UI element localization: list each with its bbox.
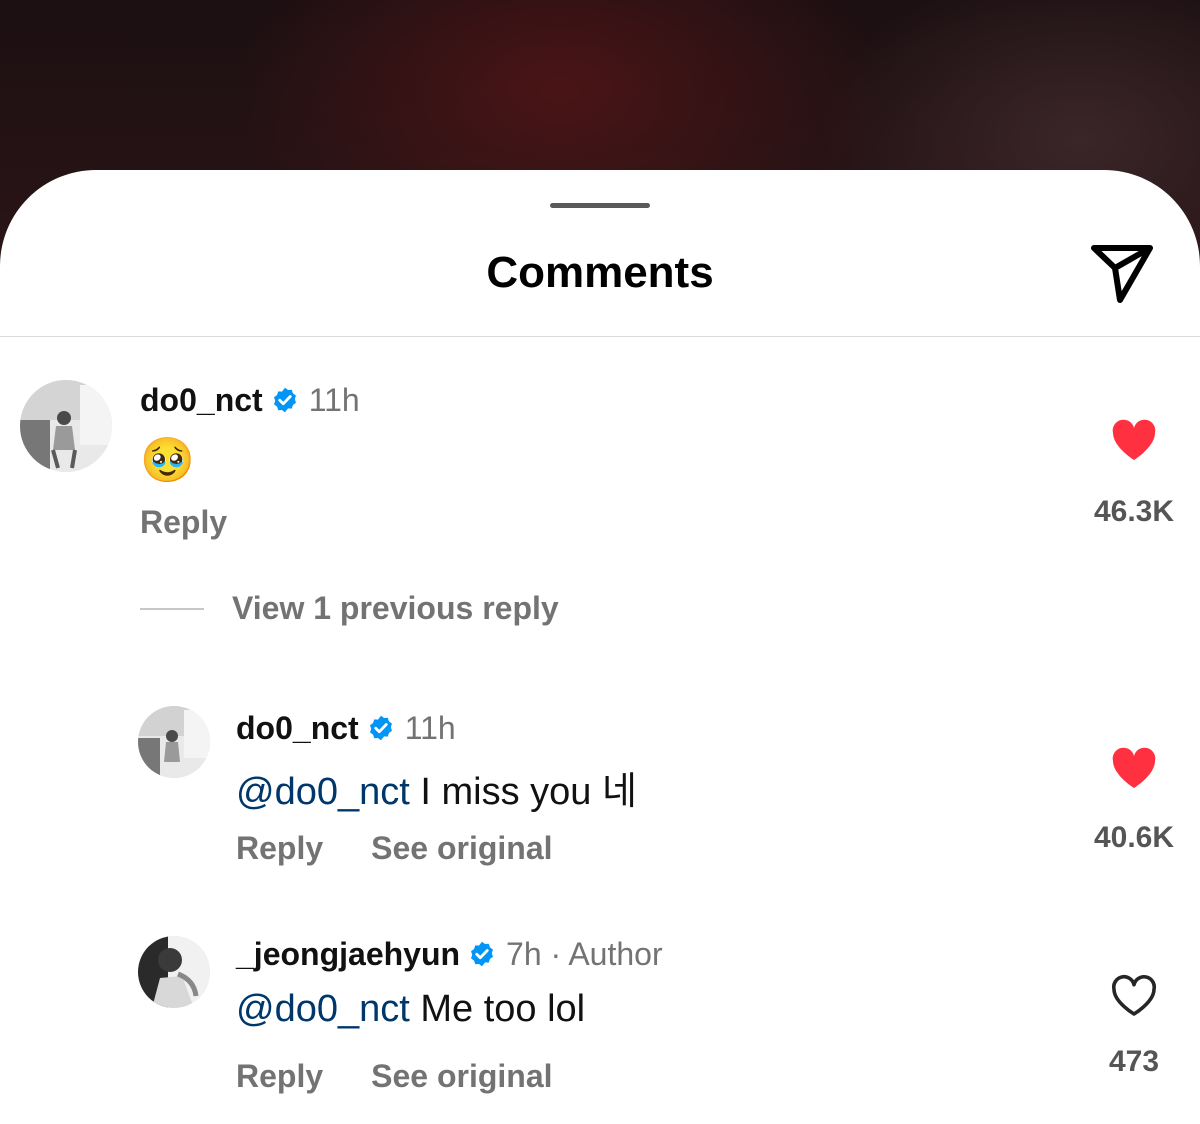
reply-message: I miss you 네: [409, 771, 637, 813]
heart-icon[interactable]: [1110, 974, 1158, 1018]
reply-text: @do0_nct Me too lol: [236, 988, 585, 1031]
heart-icon[interactable]: [1110, 418, 1158, 462]
see-original-button[interactable]: See original: [371, 830, 552, 867]
paper-plane-icon[interactable]: [1086, 238, 1158, 310]
mention-link[interactable]: @do0_nct: [236, 771, 410, 813]
like-count: 40.6K: [1093, 821, 1175, 854]
avatar[interactable]: [20, 380, 112, 472]
verified-badge-icon: [273, 387, 296, 413]
avatar[interactable]: [138, 936, 210, 1008]
drag-handle[interactable]: [550, 203, 650, 208]
comment-text: 🥹: [140, 436, 195, 485]
comment-time: 11h: [308, 381, 360, 418]
reply-message: Me too lol: [409, 988, 586, 1030]
reply-username[interactable]: do0_nct: [236, 710, 359, 747]
verified-badge-icon: [369, 715, 392, 741]
view-previous-replies[interactable]: View 1 previous reply: [140, 590, 559, 627]
reply-time: 11h: [404, 709, 456, 746]
header-divider: [0, 336, 1200, 337]
sheet-title: Comments: [486, 248, 714, 297]
reply-text: @do0_nct I miss you 네: [236, 760, 637, 815]
heart-icon[interactable]: [1110, 746, 1158, 790]
reply-username[interactable]: _jeongjaehyun: [236, 936, 460, 973]
see-original-button[interactable]: See original: [371, 1058, 552, 1095]
like-group: 473: [1084, 974, 1184, 1079]
verified-badge-icon: [471, 941, 494, 967]
replies-divider-line: [140, 607, 204, 610]
reply-button[interactable]: Reply: [236, 830, 323, 867]
reply-button[interactable]: Reply: [140, 504, 227, 541]
like-group: 40.6K: [1084, 746, 1184, 855]
comment-username[interactable]: do0_nct: [140, 382, 263, 419]
author-tag: · Author: [541, 935, 663, 972]
like-count: 46.3K: [1093, 495, 1175, 528]
view-replies-label: View 1 previous reply: [232, 590, 559, 626]
like-group: 46.3K: [1084, 418, 1184, 529]
mention-link[interactable]: @do0_nct: [236, 988, 410, 1030]
reply-time: 7h: [506, 935, 542, 972]
reply-button[interactable]: Reply: [236, 1058, 323, 1095]
avatar[interactable]: [138, 706, 210, 778]
like-count: 473: [1108, 1045, 1160, 1078]
